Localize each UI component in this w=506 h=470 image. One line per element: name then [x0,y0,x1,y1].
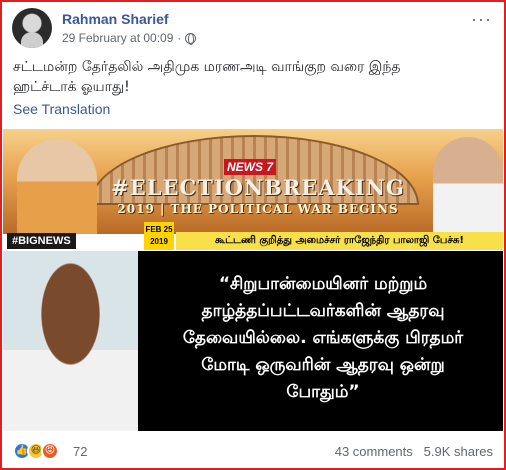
quote-line: தாழ்த்தப்பட்டவர்களின் ஆதரவு [201,301,445,321]
date-badge-line: FEB 25 [145,225,173,234]
post-text-line: ஹட்ச்டாக் ஓயாது! [13,79,130,95]
more-options-icon[interactable]: ··· [471,10,492,28]
channel-logo: NEWS 7 [224,159,277,175]
meta-separator: · [177,31,182,45]
see-translation-link[interactable]: See Translation [13,101,110,117]
quote-line: தேவையில்லை. எங்களுக்கு பிரதமர் [182,328,464,348]
date-badge: FEB 25 2019 [144,222,174,250]
angry-icon: 😡 [41,442,59,460]
date-badge-line: 2019 [150,237,168,246]
bignews-tag: #BIGNEWS [7,233,76,249]
reaction-count[interactable]: 72 [73,444,87,459]
politician-photo-left [17,139,97,234]
post-meta: 29 February at 00:09 · [62,31,197,45]
quote-line: மோடி ஒருவரின் ஆதரவு ஒன்று [201,355,445,375]
avatar[interactable] [12,8,52,48]
politician-photo-right [433,137,503,234]
quote-line: “சிறுபான்மையினர் மற்றும் [218,274,428,294]
image-caption: கூட்டணி குறித்து அமைச்சர் ராஜேந்திர பாலா… [176,232,503,250]
post-image[interactable]: NEWS 7 #ELECTIONBREAKING 2019 | THE POLI… [3,129,503,431]
image-headline: #ELECTIONBREAKING [111,175,405,200]
minister-photo [3,251,138,431]
comments-count[interactable]: 43 comments [335,444,413,459]
post-timestamp[interactable]: 29 February at 00:09 [62,31,173,45]
globe-icon [185,32,197,45]
image-quote: “சிறுபான்மையினர் மற்றும் தாழ்த்தப்பட்டவர… [155,271,491,406]
engagement-stats: 43 comments 5.9K shares [335,444,493,459]
image-banner: NEWS 7 #ELECTIONBREAKING 2019 | THE POLI… [3,129,503,234]
author-name[interactable]: Rahman Sharief [62,11,169,27]
post-footer: 👍 😆 😡 72 43 comments 5.9K shares [13,440,493,462]
image-subheadline: 2019 | THE POLITICAL WAR BEGINS [117,202,399,216]
post-text: சட்டமன்ற தேர்தலில் அதிமுக மரணஅடி வாங்குற… [13,57,493,97]
post-header: Rahman Sharief 29 February at 00:09 · ··… [12,8,492,50]
reaction-icons[interactable]: 👍 😆 😡 [13,442,59,460]
shares-count[interactable]: 5.9K shares [424,444,493,459]
post-text-line: சட்டமன்ற தேர்தலில் அதிமுக மரணஅடி வாங்குற… [13,59,401,75]
quote-line: போதும்” [286,382,360,402]
